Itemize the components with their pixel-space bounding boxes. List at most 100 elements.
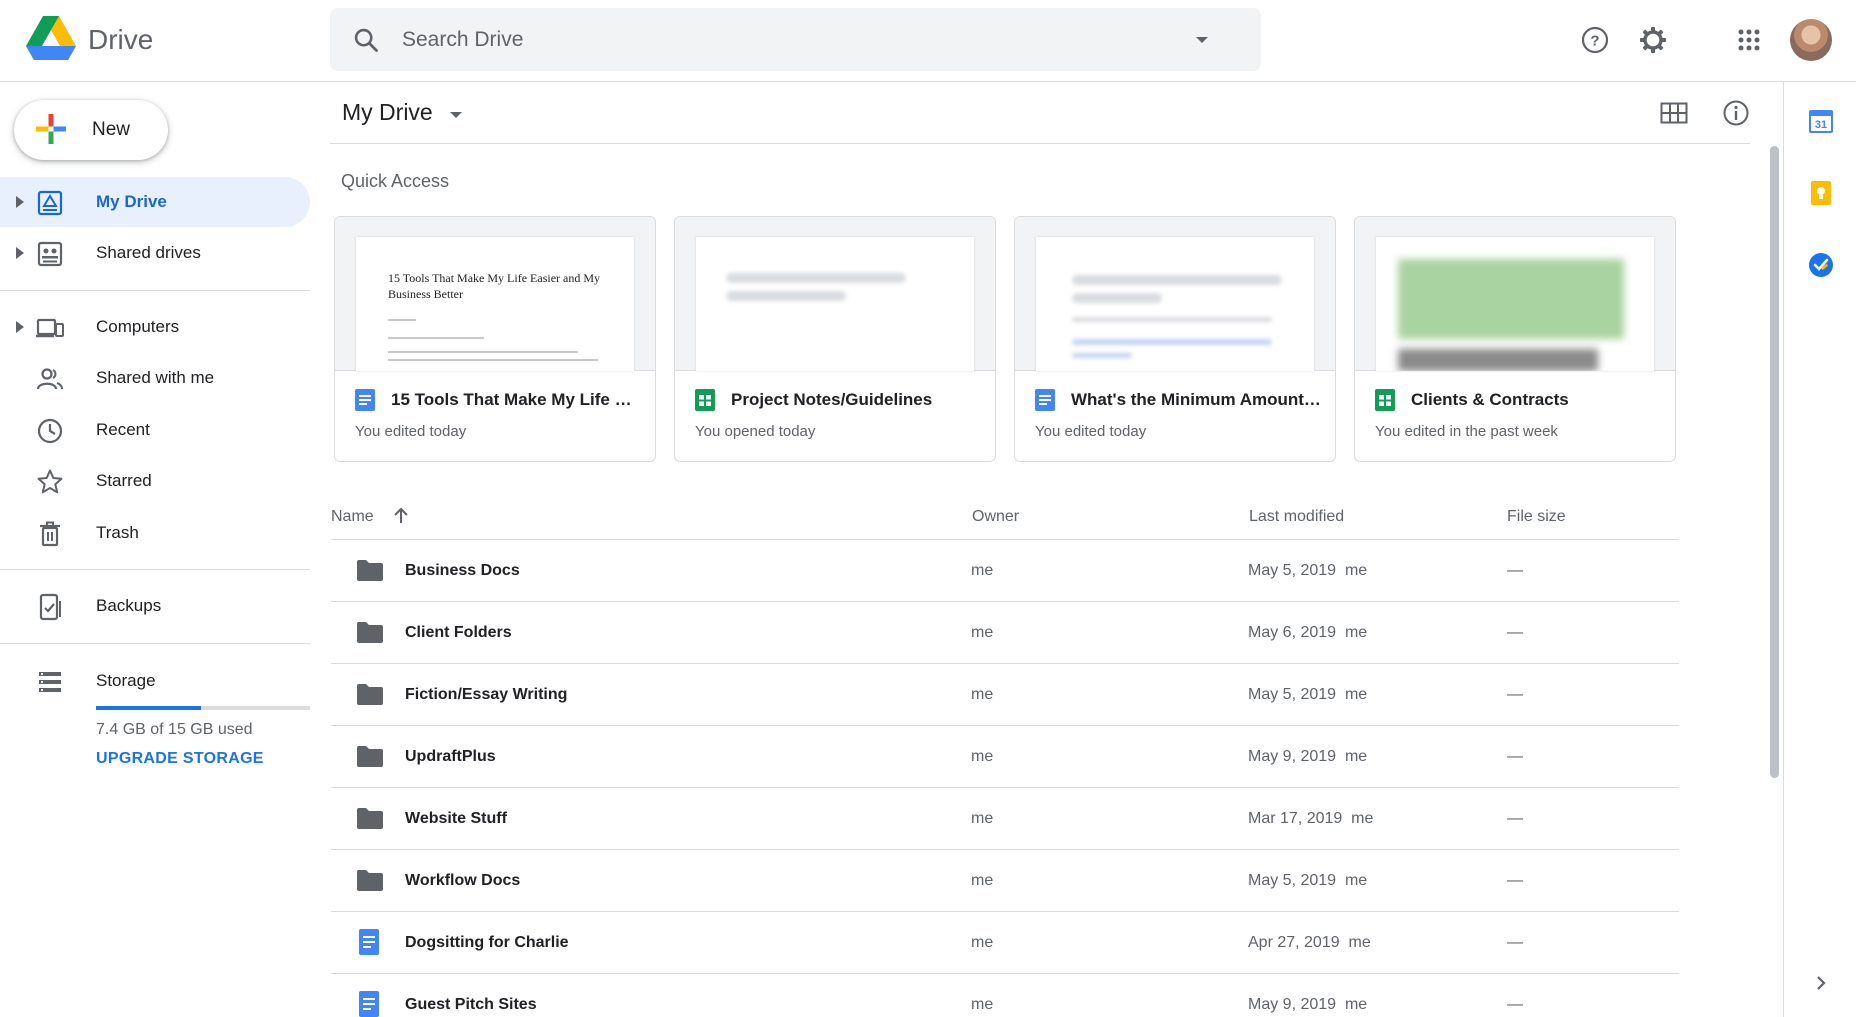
blurred-preview-block: [1398, 259, 1624, 339]
calendar-icon[interactable]: 31: [1808, 108, 1834, 134]
file-last-modified: May 9, 2019 me: [1248, 996, 1368, 1013]
chevron-right-icon[interactable]: [1808, 970, 1834, 996]
sidebar-item-label: Computers: [96, 317, 180, 336]
sheet-preview-page: [696, 237, 974, 371]
help-icon: ?: [1581, 26, 1609, 54]
quick-access-card[interactable]: What's the Minimum Amount o... You edite…: [1014, 216, 1336, 462]
sidebar-item-label: Recent: [96, 420, 150, 439]
file-size: —: [1507, 562, 1523, 579]
sidebar-item-computers[interactable]: Computers: [0, 302, 310, 352]
table-row[interactable]: Client Folders me May 6, 2019 me —: [331, 602, 1679, 664]
details-button[interactable]: [1718, 95, 1754, 131]
expand-arrow-icon[interactable]: [15, 246, 25, 260]
quick-access-card[interactable]: Project Notes/Guidelines You opened toda…: [674, 216, 996, 462]
blurred-preview-line: [1072, 353, 1132, 358]
google-doc-icon: [359, 991, 379, 1017]
google-sheet-icon: [695, 389, 715, 411]
drive-logo-icon[interactable]: [26, 16, 76, 62]
column-header-last-modified[interactable]: Last modified: [1249, 508, 1344, 526]
help-button[interactable]: ?: [1573, 18, 1617, 62]
sidebar-item-my-drive[interactable]: My Drive: [0, 177, 310, 227]
my-drive-icon: [37, 190, 63, 216]
file-last-modified: May 5, 2019 me: [1248, 872, 1368, 889]
sidebar-item-recent[interactable]: Recent: [0, 405, 310, 455]
google-sheet-icon: [1375, 389, 1395, 411]
search-bar[interactable]: [330, 8, 1261, 71]
file-name: Business Docs: [405, 562, 520, 579]
search-input[interactable]: [402, 22, 1162, 58]
file-last-modified: May 6, 2019 me: [1248, 624, 1368, 641]
quick-access-reason: You edited today: [1035, 423, 1147, 440]
search-icon[interactable]: [352, 26, 380, 54]
tasks-icon[interactable]: [1808, 252, 1834, 278]
file-last-modified: May 5, 2019 me: [1248, 686, 1368, 703]
blurred-preview-block: [1398, 349, 1598, 371]
folder-icon: [357, 746, 383, 767]
table-row[interactable]: Fiction/Essay Writing me May 5, 2019 me …: [331, 664, 1679, 726]
column-header-owner[interactable]: Owner: [972, 508, 1019, 526]
file-owner: me: [971, 996, 994, 1013]
table-row[interactable]: Workflow Docs me May 5, 2019 me —: [331, 850, 1679, 912]
doc-preview-page: 15 Tools That Make My Life Easier and My…: [356, 237, 634, 371]
blurred-preview-line: [1072, 339, 1272, 345]
quick-access-reason: You edited in the past week: [1375, 423, 1558, 440]
sidebar-item-starred[interactable]: Starred: [0, 456, 310, 506]
file-size: —: [1507, 996, 1523, 1013]
column-header-file-size[interactable]: File size: [1507, 508, 1566, 526]
sidebar-item-shared-drives[interactable]: Shared drives: [0, 228, 310, 278]
search-options-chevron-down-icon[interactable]: [1192, 30, 1212, 50]
sidebar-item-shared-with-me[interactable]: Shared with me: [0, 353, 310, 403]
sidebar-item-label: Shared drives: [96, 243, 201, 262]
table-row[interactable]: Business Docs me May 5, 2019 me —: [331, 540, 1679, 602]
sidebar-item-backups[interactable]: Backups: [0, 581, 310, 631]
grid-view-button[interactable]: [1656, 95, 1692, 131]
expand-arrow-icon[interactable]: [15, 320, 25, 334]
column-header-name[interactable]: Name: [331, 508, 374, 526]
main-header: My Drive: [330, 83, 1750, 144]
file-name: Fiction/Essay Writing: [405, 686, 568, 703]
folder-icon: [357, 870, 383, 891]
new-button[interactable]: New: [14, 100, 168, 160]
account-avatar[interactable]: [1790, 19, 1832, 61]
file-owner: me: [971, 810, 994, 827]
file-name: Dogsitting for Charlie: [405, 934, 569, 951]
page-title[interactable]: My Drive: [342, 99, 433, 126]
side-panel: 31: [1783, 82, 1856, 1017]
table-row[interactable]: Guest Pitch Sites me May 9, 2019 me —: [331, 974, 1679, 1017]
settings-button[interactable]: [1631, 18, 1675, 62]
sidebar-item-label: Backups: [96, 596, 162, 615]
sidebar-item-storage[interactable]: Storage: [0, 656, 310, 706]
sort-ascending-arrow-icon[interactable]: [391, 506, 411, 526]
file-size: —: [1507, 810, 1523, 827]
colorful-plus-icon: [36, 114, 66, 144]
table-row[interactable]: Website Stuff me Mar 17, 2019 me —: [331, 788, 1679, 850]
grid-view-icon: [1660, 102, 1688, 124]
file-owner: me: [971, 624, 994, 641]
star-icon: [37, 469, 63, 494]
upgrade-storage-link[interactable]: UPGRADE STORAGE: [96, 750, 264, 768]
main-scrollbar[interactable]: [1767, 144, 1781, 1017]
quick-access-card[interactable]: Clients & Contracts You edited in the pa…: [1354, 216, 1676, 462]
blurred-preview-line: [1072, 317, 1272, 322]
quick-access-file-name: Clients & Contracts: [1411, 390, 1569, 409]
folder-icon: [357, 684, 383, 705]
sidebar-item-trash[interactable]: Trash: [0, 508, 310, 558]
trash-icon: [40, 521, 60, 547]
keep-icon[interactable]: [1808, 180, 1834, 206]
folder-icon: [357, 808, 383, 829]
file-name: UpdraftPlus: [405, 748, 496, 765]
file-name: Workflow Docs: [405, 872, 521, 889]
file-owner: me: [971, 748, 994, 765]
table-row[interactable]: UpdraftPlus me May 9, 2019 me —: [331, 726, 1679, 788]
file-size: —: [1507, 624, 1523, 641]
scrollbar-thumb[interactable]: [1770, 146, 1779, 778]
sidebar-item-label: My Drive: [96, 192, 167, 211]
quick-access-card[interactable]: 15 Tools That Make My Life Easier and My…: [334, 216, 656, 462]
table-row[interactable]: Dogsitting for Charlie me Apr 27, 2019 m…: [331, 912, 1679, 974]
quick-access-reason: You opened today: [695, 423, 816, 440]
expand-arrow-icon[interactable]: [15, 195, 25, 209]
computers-icon: [36, 318, 64, 338]
sidebar-divider: [0, 290, 310, 291]
chevron-down-icon[interactable]: [448, 107, 464, 123]
apps-button[interactable]: [1727, 18, 1771, 62]
